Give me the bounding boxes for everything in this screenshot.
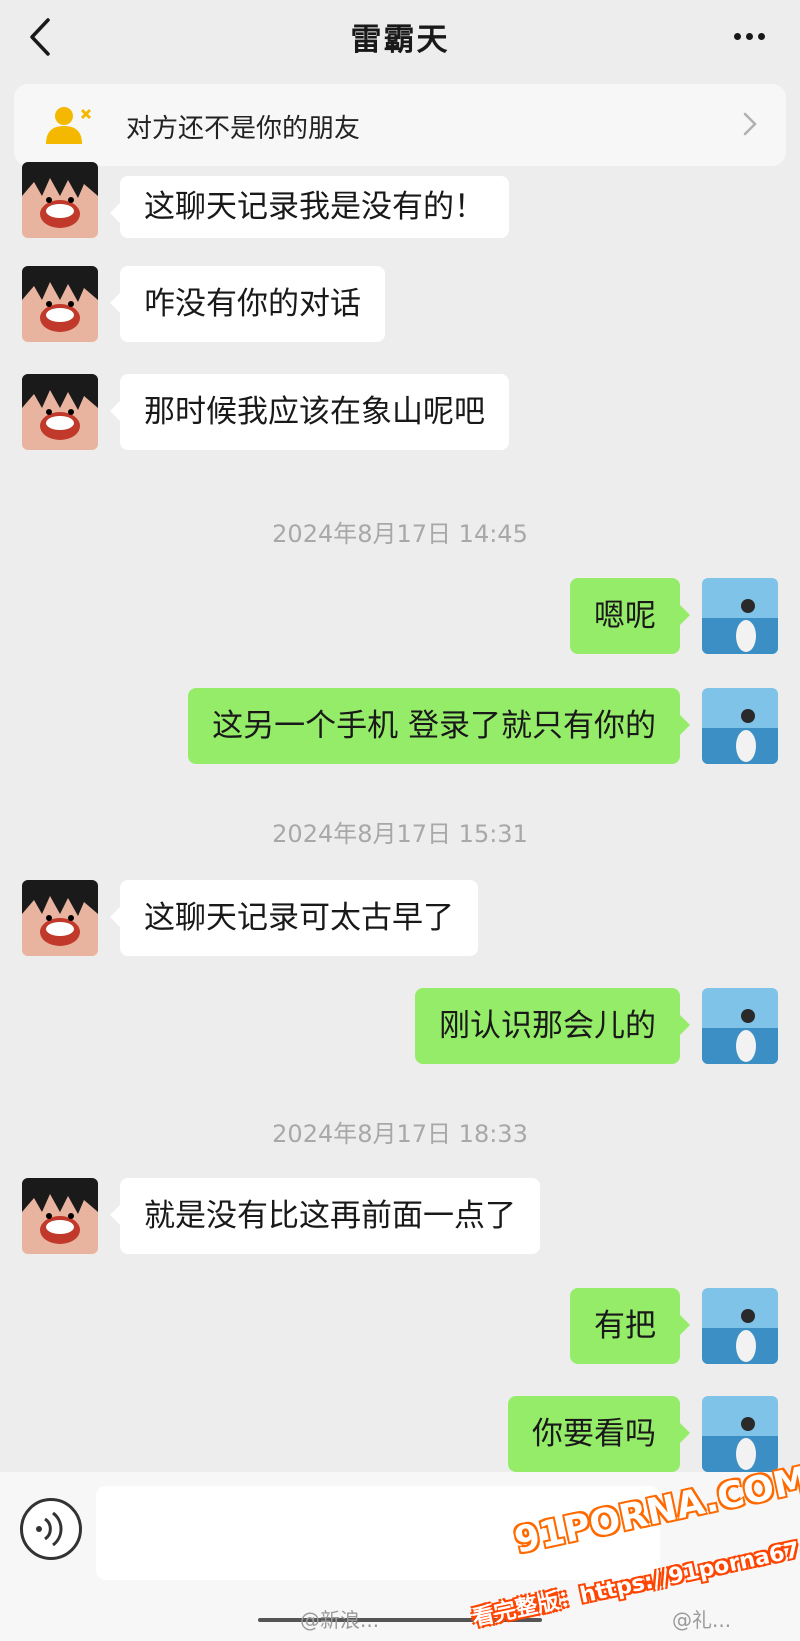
- avatar[interactable]: [22, 266, 98, 342]
- message-bubble[interactable]: 那时候我应该在象山呢吧: [110, 374, 509, 450]
- chevron-right-icon: [743, 112, 757, 136]
- avatar[interactable]: [702, 688, 778, 764]
- timestamp: 2024年8月17日 14:45: [272, 520, 528, 548]
- avatar[interactable]: [702, 1396, 778, 1472]
- more-dots-icon[interactable]: [732, 30, 768, 42]
- avatar[interactable]: [22, 1178, 98, 1254]
- not-friend-banner[interactable]: 对方还不是你的朋友: [14, 84, 786, 166]
- voice-input-icon[interactable]: [20, 1498, 82, 1560]
- watermark-source: @礼...: [672, 1608, 732, 1632]
- message-bubble[interactable]: 这聊天记录我是没有的！: [110, 176, 509, 238]
- message-bubble[interactable]: 嗯呢: [570, 578, 690, 654]
- message-bubble[interactable]: 有把: [570, 1288, 690, 1364]
- avatar[interactable]: [22, 880, 98, 956]
- nav-bar: 雷霸天: [0, 0, 800, 76]
- message-bubble[interactable]: 刚认识那会儿的: [415, 988, 690, 1064]
- timestamp: 2024年8月17日 18:33: [272, 1120, 528, 1148]
- avatar[interactable]: [22, 374, 98, 450]
- chat-title: 雷霸天: [350, 22, 450, 58]
- avatar[interactable]: [702, 988, 778, 1064]
- message-bubble[interactable]: 咋没有你的对话: [110, 266, 385, 342]
- watermark-source: @新浪...: [300, 1608, 380, 1632]
- timestamp: 2024年8月17日 15:31: [272, 820, 528, 848]
- message-bubble[interactable]: 这聊天记录可太古早了: [110, 880, 478, 956]
- user-not-friend-icon: [46, 107, 92, 144]
- avatar[interactable]: [702, 578, 778, 654]
- message-bubble[interactable]: 你要看吗: [508, 1396, 690, 1472]
- notice-text: 对方还不是你的朋友: [126, 114, 361, 144]
- avatar[interactable]: [22, 162, 98, 238]
- message-bubble[interactable]: 就是没有比这再前面一点了: [110, 1178, 540, 1254]
- message-bubble[interactable]: 这另一个手机 登录了就只有你的: [188, 688, 690, 764]
- avatar[interactable]: [702, 1288, 778, 1364]
